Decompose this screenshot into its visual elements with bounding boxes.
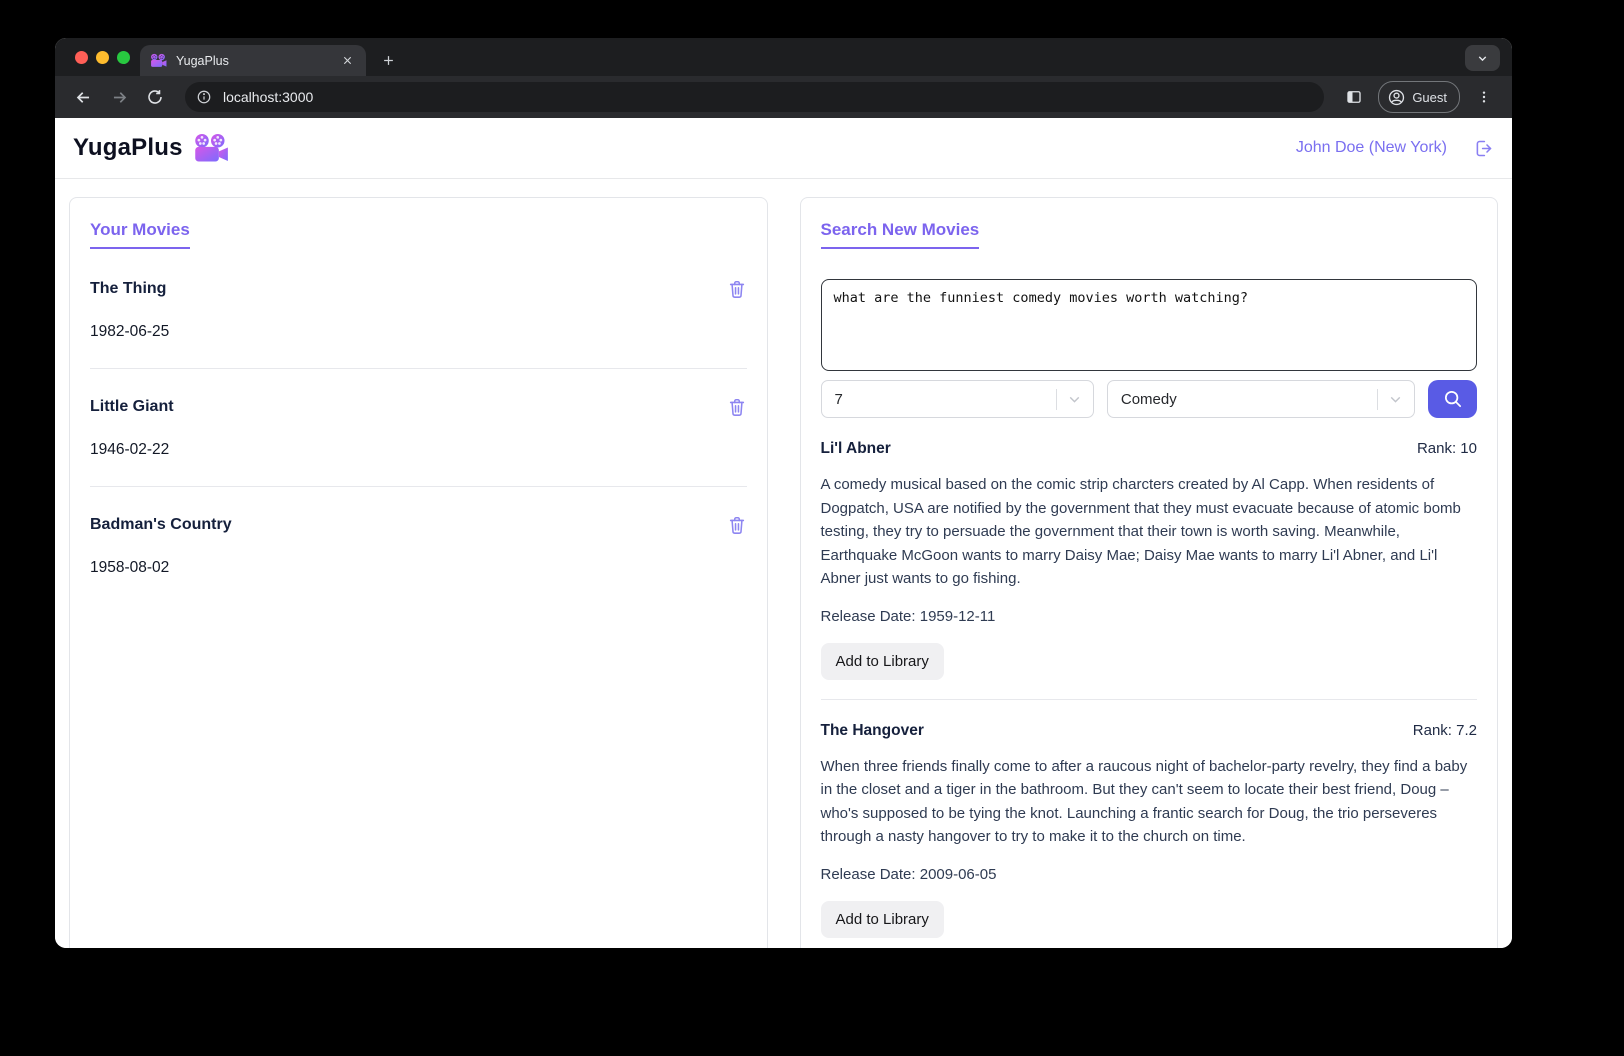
- movie-date: 1946-02-22: [90, 441, 170, 458]
- movie-title: Little Giant: [90, 398, 174, 415]
- browser-tab-yugaplus[interactable]: YugaPlus: [140, 45, 366, 76]
- result-release-date: Release Date: 2009-06-05: [820, 865, 997, 883]
- movie-date: 1982-06-25: [90, 323, 170, 340]
- movie-camera-icon: [193, 133, 229, 163]
- result-description: A comedy musical based on the comic stri…: [820, 476, 1461, 587]
- yugaplus-favicon-icon: [150, 53, 167, 68]
- search-result-item: The Hangover Rank: 7.2 When three friend…: [820, 721, 1477, 949]
- chevron-down-icon: [1387, 391, 1404, 408]
- trash-icon: [727, 515, 747, 535]
- delete-movie-button[interactable]: [727, 515, 747, 535]
- guest-label: Guest: [1412, 89, 1447, 105]
- result-title: Li'l Abner: [820, 440, 891, 457]
- divider: [1055, 388, 1057, 410]
- back-button[interactable]: [68, 82, 98, 112]
- profile-avatar-icon: [1389, 89, 1405, 105]
- your-movies-panel: Your Movies The Thing 1982-06-25 Little …: [69, 197, 768, 948]
- url-bar[interactable]: localhost:3000: [185, 82, 1325, 112]
- genre-select-value: Comedy: [1120, 390, 1177, 408]
- result-rank: Rank: 10: [1416, 440, 1477, 457]
- chevron-down-icon: [1066, 391, 1083, 408]
- search-query-input[interactable]: what are the funniest comedy movies wort…: [820, 279, 1477, 371]
- your-movies-heading: Your Movies: [90, 220, 190, 249]
- browser-window: YugaPlus localhost:3000 Guest YugaPlus J…: [55, 38, 1512, 948]
- tab-close-icon[interactable]: [339, 52, 356, 69]
- yugaplus-app: YugaPlus John Doe (New York) Your Movies…: [55, 118, 1512, 948]
- result-title: The Hangover: [820, 721, 924, 739]
- logout-button[interactable]: [1473, 138, 1494, 159]
- divider: [820, 698, 1477, 700]
- rank-select-value: 7: [834, 390, 843, 408]
- search-result-item: Li'l Abner Rank: 10 A comedy musical bas…: [820, 440, 1477, 700]
- movie-title: The Thing: [90, 280, 167, 297]
- refresh-button[interactable]: [140, 82, 170, 112]
- add-to-library-button[interactable]: Add to Library: [820, 900, 944, 938]
- search-icon: [1442, 388, 1464, 410]
- traffic-lights: [75, 51, 130, 64]
- url-text: localhost:3000: [223, 89, 314, 105]
- library-movie-item: Badman's Country 1958-08-02: [90, 515, 747, 577]
- delete-movie-button[interactable]: [727, 279, 747, 299]
- close-window-button[interactable]: [75, 51, 88, 64]
- user-name: John Doe (New York): [1295, 139, 1447, 156]
- user-area: John Doe (New York): [1296, 138, 1494, 159]
- minimize-window-button[interactable]: [96, 51, 109, 64]
- tab-search-chevron-button[interactable]: [1465, 45, 1500, 71]
- side-panel-button[interactable]: [1339, 82, 1369, 112]
- new-tab-button[interactable]: [374, 46, 402, 74]
- tab-title: YugaPlus: [176, 53, 229, 68]
- trash-icon: [727, 397, 747, 417]
- browser-toolbar: localhost:3000 Guest: [55, 76, 1512, 118]
- search-panel: Search New Movies what are the funniest …: [799, 197, 1498, 949]
- library-movie-item: The Thing 1982-06-25: [90, 279, 747, 369]
- app-header: YugaPlus John Doe (New York): [55, 118, 1512, 179]
- rank-select[interactable]: 7: [820, 380, 1094, 418]
- divider: [90, 368, 747, 369]
- movie-title: Badman's Country: [90, 516, 232, 533]
- result-description: When three friends finally come to after…: [820, 757, 1468, 846]
- search-controls: 7 Comedy: [820, 380, 1477, 418]
- main-content: Your Movies The Thing 1982-06-25 Little …: [55, 179, 1512, 948]
- movie-date: 1958-08-02: [90, 559, 170, 576]
- forward-button[interactable]: [104, 82, 134, 112]
- divider: [90, 486, 747, 487]
- brand: YugaPlus: [73, 133, 229, 163]
- logout-icon: [1473, 138, 1494, 159]
- result-rank: Rank: 7.2: [1412, 721, 1477, 739]
- result-release-date: Release Date: 1959-12-11: [820, 607, 996, 625]
- zoom-window-button[interactable]: [117, 51, 130, 64]
- search-heading: Search New Movies: [820, 220, 980, 249]
- genre-select[interactable]: Comedy: [1106, 380, 1415, 418]
- trash-icon: [727, 279, 747, 299]
- search-button[interactable]: [1428, 380, 1477, 418]
- site-info-icon[interactable]: [191, 84, 217, 110]
- tab-strip: YugaPlus: [55, 38, 1512, 76]
- app-title: YugaPlus: [73, 134, 183, 161]
- divider: [1377, 388, 1378, 410]
- delete-movie-button[interactable]: [727, 397, 747, 417]
- browser-menu-button[interactable]: [1469, 82, 1499, 112]
- guest-profile-button[interactable]: Guest: [1378, 81, 1460, 113]
- library-movie-item: Little Giant 1946-02-22: [90, 397, 747, 487]
- add-to-library-button[interactable]: Add to Library: [820, 642, 944, 680]
